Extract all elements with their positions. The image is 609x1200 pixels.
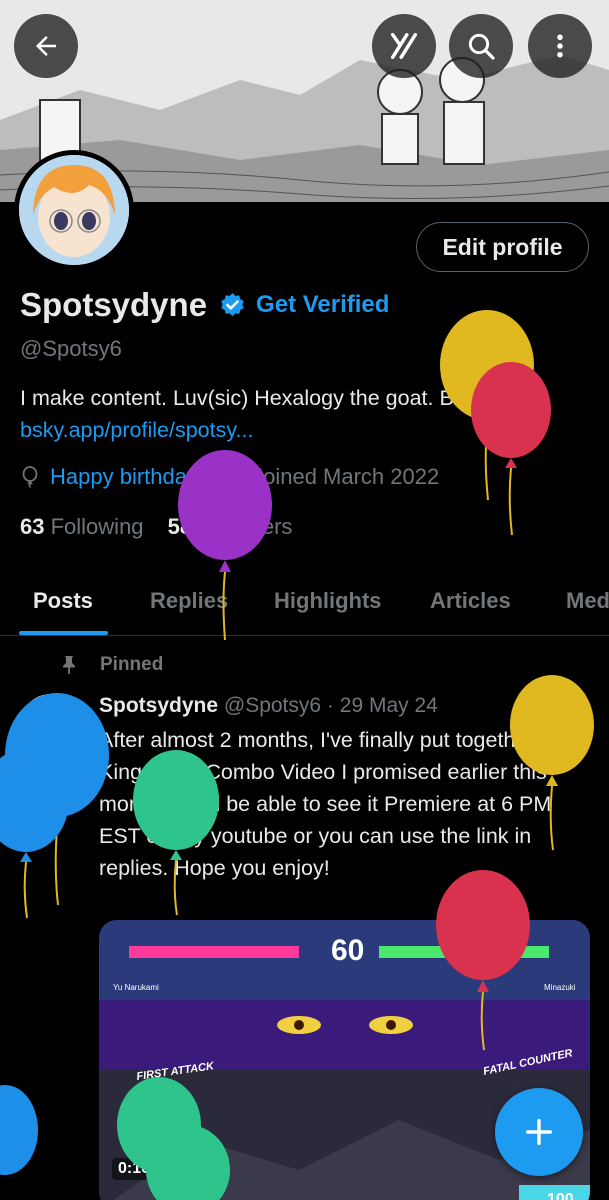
grok-icon <box>390 32 418 60</box>
get-verified-link[interactable]: Get Verified <box>256 291 389 319</box>
birthday-link[interactable]: Happy birthday! <box>50 464 204 490</box>
more-button[interactable] <box>528 14 592 78</box>
pin-icon <box>63 656 75 674</box>
tab-posts[interactable]: Posts <box>33 588 93 614</box>
tab-media[interactable]: Media <box>566 588 609 614</box>
score-label: 100 <box>547 1191 574 1200</box>
display-name: Spotsydyne <box>20 286 208 323</box>
plus-icon <box>525 1118 553 1146</box>
followers-link[interactable]: 58 Followers <box>168 514 293 539</box>
bio-text: I make content. Luv(sic) Hexalogy the go… <box>20 386 521 410</box>
more-vertical-icon <box>557 34 563 58</box>
balloon-blue-3 <box>0 1085 38 1175</box>
back-arrow-icon <box>36 36 56 56</box>
pinned-indicator: Pinned <box>60 654 163 676</box>
back-button[interactable] <box>14 14 78 78</box>
profile-bio: I make content. Luv(sic) Hexalogy the go… <box>20 382 600 446</box>
joined-date: Joined March 2022 <box>252 464 440 489</box>
profile-meta: Happy birthday! Joined March 2022 <box>20 464 439 490</box>
video-duration: 0:10 <box>112 1158 157 1180</box>
search-icon <box>468 33 495 60</box>
profile-avatar[interactable] <box>14 150 134 270</box>
profile-tabs: Posts Replies Highlights Articles Media <box>0 570 609 636</box>
post-date: 29 May 24 <box>339 694 438 717</box>
active-tab-indicator <box>19 631 108 635</box>
pinned-label: Pinned <box>100 654 164 675</box>
bio-link[interactable]: bsky.app/profile/spotsy... <box>20 414 600 446</box>
following-count: 63 <box>20 514 45 539</box>
profile-handle: @Spotsy6 <box>20 336 122 361</box>
tab-replies[interactable]: Replies <box>150 588 228 614</box>
profile-name-row: Spotsydyne Get Verified <box>20 286 389 324</box>
balloon-blue-2 <box>0 748 69 919</box>
tab-articles[interactable]: Articles <box>430 588 511 614</box>
character-right-name: Minazuki <box>544 983 576 992</box>
compose-button[interactable] <box>495 1088 583 1176</box>
following-label: Following <box>50 514 144 539</box>
post-separator: · <box>326 694 334 717</box>
verified-badge-icon <box>221 292 244 316</box>
post-author-handle: @Spotsy6 <box>223 694 322 717</box>
character-left-name: Yu Narukami <box>113 983 159 992</box>
edit-profile-button[interactable]: Edit profile <box>416 222 589 272</box>
post-author-avatar[interactable] <box>20 694 82 756</box>
tab-highlights[interactable]: Highlights <box>274 588 382 614</box>
search-button[interactable] <box>449 14 513 78</box>
calendar-icon <box>227 469 245 486</box>
followers-count: 58 <box>167 514 193 539</box>
post-avatar-image <box>20 694 82 756</box>
avatar-image <box>19 155 129 265</box>
post-more-icon[interactable]: ⋮ <box>568 696 590 722</box>
following-link[interactable]: 63 Following <box>20 514 144 539</box>
followers-label: Followers <box>198 514 293 539</box>
balloon-icon <box>22 466 38 488</box>
post-header: Spotsydyne @Spotsy6 · 29 May 24 <box>99 694 438 718</box>
post-author-name[interactable]: Spotsydyne <box>99 694 218 717</box>
combo-counter: 60 <box>331 934 364 967</box>
post-body: After almost 2 months, I've finally put … <box>99 728 571 880</box>
grok-button[interactable] <box>372 14 436 78</box>
follow-stats: 63 Following 58 Followers <box>20 514 292 540</box>
